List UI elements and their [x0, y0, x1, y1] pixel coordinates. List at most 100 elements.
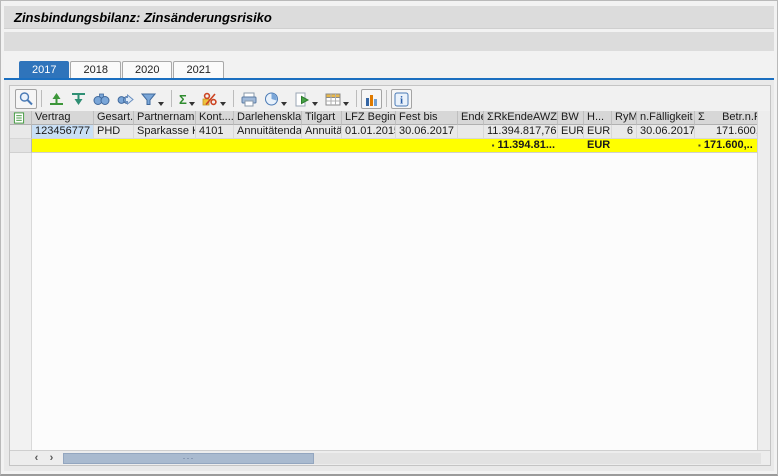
toolbar-separator — [386, 90, 387, 107]
layout-table-icon — [325, 92, 341, 107]
total-rkendeawz[interactable]: ▪11.394.81... — [484, 139, 558, 153]
cell-partnername[interactable]: Sparkasse Köln.. — [134, 125, 196, 139]
total-h-currency[interactable]: EUR — [584, 139, 612, 153]
cell-ende[interactable] — [458, 125, 484, 139]
drilldown-square-icon: ▪ — [492, 141, 495, 150]
row-selector[interactable] — [10, 139, 32, 153]
cell-rkendeawz[interactable]: 11.394.817,76 — [484, 125, 558, 139]
toolbar-separator — [356, 90, 357, 107]
tab-2018[interactable]: 2018 — [70, 61, 120, 78]
page-title: Zinsbindungsbilanz: Zinsänderungsrisiko — [4, 6, 774, 29]
cell-vertrag[interactable]: 123456777 — [32, 125, 94, 139]
sort-ascending-button[interactable] — [46, 89, 67, 109]
cell-betr-n-rat[interactable]: 171.600,00 — [695, 125, 759, 139]
total-empty — [32, 139, 94, 153]
alv-toolbar: Σ — [10, 86, 770, 111]
sigma-sign: Σ — [487, 111, 494, 124]
scrollbar-track[interactable]: ··· — [63, 453, 761, 464]
cell-lfz-beginn[interactable]: 01.01.2015 — [342, 125, 396, 139]
sap-window: Zinsbindungsbilanz: Zinsänderungsrisiko … — [0, 0, 778, 476]
printer-icon — [241, 92, 257, 107]
title-bar: Zinsbindungsbilanz: Zinsänderungsrisiko — [4, 6, 774, 29]
set-filter-button[interactable] — [138, 89, 167, 109]
find-button[interactable] — [90, 89, 113, 109]
choose-layout-button[interactable] — [322, 89, 352, 109]
cell-fest-bis[interactable]: 30.06.2017 — [396, 125, 458, 139]
binoculars-icon — [93, 91, 110, 107]
details-button[interactable] — [15, 89, 37, 109]
tab-2017[interactable]: 2017 — [19, 61, 69, 78]
year-tabstrip: 2017 2018 2020 2021 — [4, 61, 774, 80]
views-button[interactable] — [261, 89, 290, 109]
column-header-vertrag[interactable]: Vertrag — [32, 111, 94, 125]
column-header-fest-bis[interactable]: Fest bis — [396, 111, 458, 125]
grid-body: Vertrag Gesart. Partnername Kont.... Dar… — [10, 111, 770, 450]
info-icon: i — [394, 92, 409, 107]
scroll-right-arrow[interactable]: › — [44, 452, 59, 465]
dropdown-caret-icon — [220, 102, 226, 106]
column-header-h[interactable]: H... — [584, 111, 612, 125]
application-toolbar — [4, 32, 774, 51]
total-betr-n-rat[interactable]: ▪171.600,.. — [695, 139, 759, 153]
column-header-kont[interactable]: Kont.... — [196, 111, 234, 125]
bar-chart-icon — [364, 92, 379, 107]
cell-gesart[interactable]: PHD — [94, 125, 134, 139]
cell-rym[interactable]: 6 — [612, 125, 637, 139]
scrollbar-thumb[interactable]: ··· — [63, 453, 314, 464]
total-empty — [458, 139, 484, 153]
total-empty — [196, 139, 234, 153]
column-header-row: Vertrag Gesart. Partnername Kont.... Dar… — [10, 111, 759, 125]
column-header-rkendeawz[interactable]: ΣRkEndeAWZ — [484, 111, 558, 125]
subtotals-button[interactable] — [199, 89, 229, 109]
header-label: Betr.n.Rat — [722, 111, 759, 124]
cell-darlehensklasse[interactable]: Annuitätendarl. — [234, 125, 302, 139]
total-button[interactable]: Σ — [176, 89, 198, 109]
column-header-partnername[interactable]: Partnername — [134, 111, 196, 125]
total-empty — [637, 139, 695, 153]
column-header-n-faelligkeit[interactable]: n.Fälligkeit — [637, 111, 695, 125]
grid-empty-area — [10, 153, 770, 450]
filter-funnel-icon — [141, 91, 156, 107]
table-row: 123456777 PHD Sparkasse Köln.. 4101 Annu… — [10, 125, 759, 139]
cell-kont[interactable]: 4101 — [196, 125, 234, 139]
toolbar-separator — [41, 90, 42, 107]
svg-text:i: i — [400, 94, 403, 106]
graphic-button[interactable] — [361, 89, 382, 109]
total-empty — [342, 139, 396, 153]
column-header-gesart[interactable]: Gesart. — [94, 111, 134, 125]
thumb-grip-icon: ··· — [183, 454, 195, 463]
scroll-left-arrow[interactable]: ‹ — [29, 452, 44, 465]
sort-descending-button[interactable] — [68, 89, 89, 109]
cell-bw[interactable]: EUR — [558, 125, 584, 139]
column-header-ende[interactable]: Ende — [458, 111, 484, 125]
total-empty — [396, 139, 458, 153]
header-label: RkEndeAWZ — [494, 111, 557, 124]
column-header-betr-n-rat[interactable]: ΣBetr.n.Rat — [695, 111, 759, 125]
horizontal-scrollbar: ‹ › ··· — [10, 450, 770, 465]
column-header-tilgart[interactable]: Tilgart — [302, 111, 342, 125]
tab-2021[interactable]: 2021 — [173, 61, 223, 78]
drilldown-square-icon: ▪ — [698, 141, 701, 150]
column-header-bw[interactable]: BW — [558, 111, 584, 125]
column-header-lfz-beginn[interactable]: LFZ Beginn — [342, 111, 396, 125]
tab-2020[interactable]: 2020 — [122, 61, 172, 78]
vertical-scrollbar[interactable] — [757, 111, 770, 450]
export-button[interactable] — [291, 89, 321, 109]
total-empty — [234, 139, 302, 153]
select-layout-icon — [13, 112, 25, 124]
column-header-rym[interactable]: RyM — [612, 111, 637, 125]
row-selector[interactable] — [10, 125, 32, 139]
grid-corner-cell[interactable] — [10, 111, 32, 125]
information-button[interactable]: i — [391, 89, 412, 109]
dropdown-caret-icon — [158, 102, 164, 106]
cell-h[interactable]: EUR — [584, 125, 612, 139]
sigma-icon: Σ — [179, 92, 187, 107]
column-header-darlehensklasse[interactable]: Darlehensklasse — [234, 111, 302, 125]
print-button[interactable] — [238, 89, 260, 109]
cell-tilgart[interactable]: Annuität — [302, 125, 342, 139]
sort-ascending-icon — [49, 91, 64, 107]
total-row: ▪11.394.81... EUR ▪171.600,.. — [10, 139, 759, 153]
total-value: 11.394.81... — [498, 139, 556, 151]
cell-n-faelligkeit[interactable]: 30.06.2017 — [637, 125, 695, 139]
find-next-button[interactable] — [114, 89, 137, 109]
